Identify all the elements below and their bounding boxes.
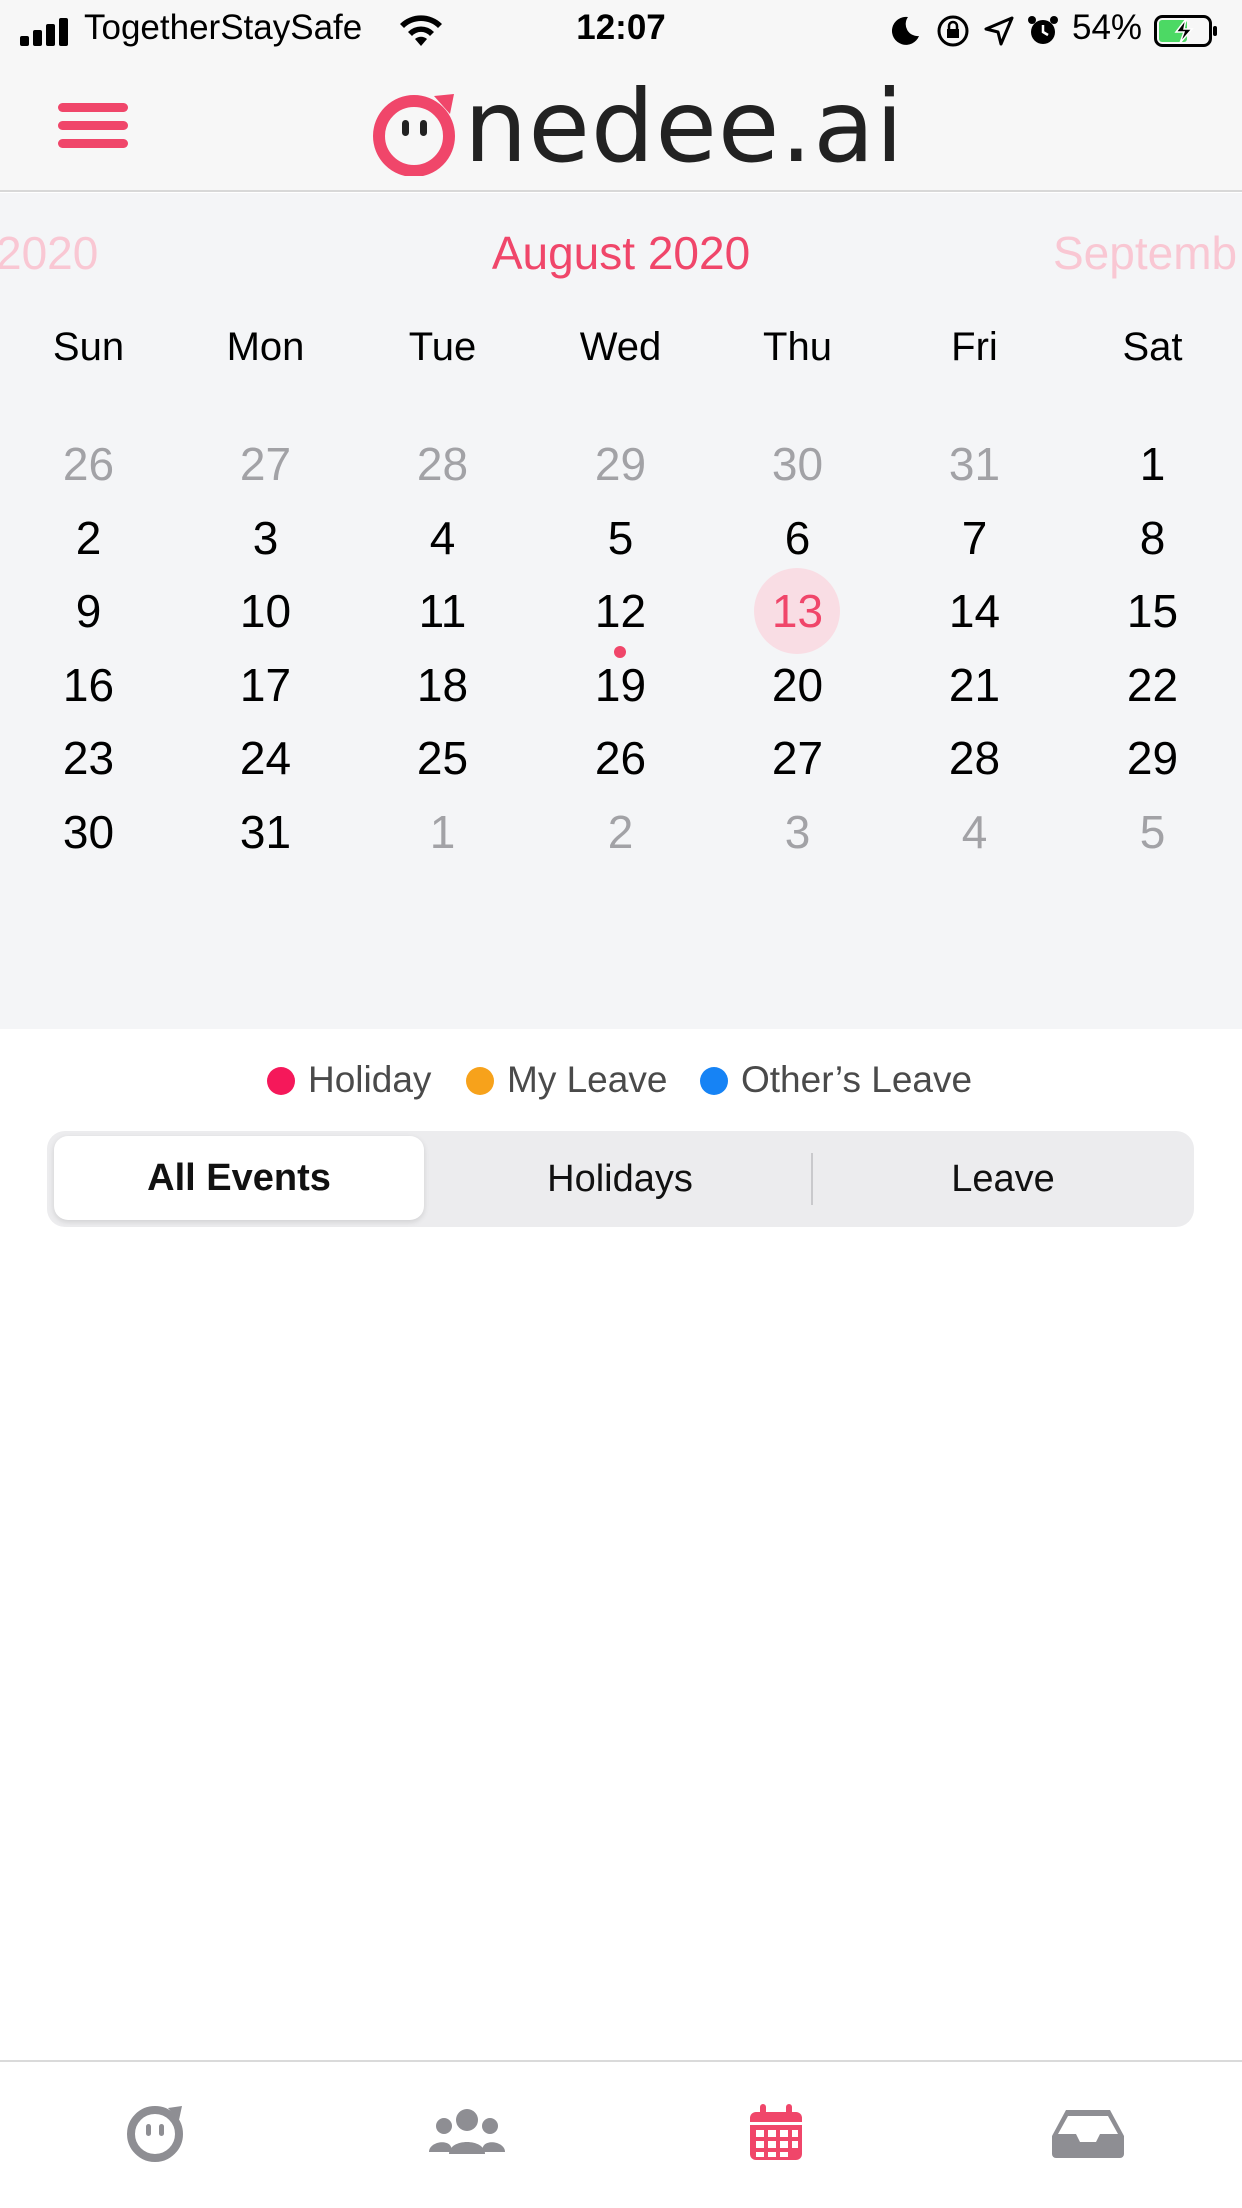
day-number: 2 [75, 511, 102, 564]
day-number: 28 [416, 438, 469, 490]
day-number: 13 [771, 585, 824, 638]
hamburger-menu-icon[interactable] [58, 97, 132, 155]
bottom-tab-bar [0, 2060, 1242, 2208]
day-number: 21 [948, 658, 1001, 711]
my-leave-dot-icon [466, 1067, 494, 1095]
event-filter-segmented-control: All Events Holidays Leave [47, 1131, 1194, 1227]
weekday-label: Tue [408, 325, 477, 369]
day-cell[interactable]: 30 [0, 787, 177, 877]
day-number: 27 [771, 732, 824, 785]
holiday-dot-icon [267, 1067, 295, 1095]
tab-team[interactable] [407, 2082, 527, 2182]
segment-all-events[interactable]: All Events [54, 1136, 424, 1220]
day-number: 8 [1139, 511, 1166, 564]
day-number: 3 [252, 511, 279, 564]
weekday-label: Wed [579, 325, 662, 369]
app-header: nedee.ai [0, 62, 1242, 192]
day-number: 27 [239, 438, 292, 490]
tab-calendar[interactable] [716, 2082, 836, 2182]
day-number: 29 [594, 438, 647, 490]
day-number: 1 [429, 806, 456, 858]
logo-text: nedee.ai [464, 68, 905, 185]
day-number: 12 [594, 585, 647, 638]
next-month-label[interactable]: Septemb [1053, 225, 1237, 281]
day-number: 1 [1139, 438, 1166, 490]
day-number: 7 [961, 511, 988, 564]
others-leave-dot-icon [700, 1067, 728, 1095]
status-bar: TogetherStaySafe 12:07 54% [0, 0, 1242, 62]
day-number: 26 [594, 732, 647, 785]
day-number: 14 [948, 585, 1001, 638]
onedee-face-icon [127, 2106, 183, 2162]
day-cell[interactable]: 1 [354, 787, 531, 877]
weekday-header: Sun Mon Tue Wed Thu Fri Sat [0, 317, 1242, 377]
onedee-logo: nedee.ai [372, 72, 903, 182]
tab-home[interactable] [96, 2082, 216, 2182]
day-number: 26 [62, 438, 115, 490]
day-number: 22 [1126, 658, 1179, 711]
day-number: 24 [239, 732, 292, 785]
battery-charging-icon [1154, 15, 1217, 47]
day-number: 4 [961, 806, 988, 858]
day-number: 5 [1139, 806, 1166, 858]
day-cell[interactable]: 3 [709, 787, 886, 877]
day-number: 30 [771, 438, 824, 490]
legend-label: My Leave [507, 1059, 668, 1100]
event-legend: Holiday My Leave Other’s Leave [0, 1055, 1242, 1105]
legend-label: Holiday [308, 1059, 432, 1100]
day-number: 20 [771, 658, 824, 711]
segment-holidays[interactable]: Holidays [429, 1131, 811, 1227]
day-cell[interactable]: 31 [177, 787, 354, 877]
day-number: 9 [75, 585, 102, 638]
day-number: 31 [239, 806, 292, 858]
day-number: 16 [62, 658, 115, 711]
alarm-icon [1028, 16, 1058, 44]
day-number: 19 [594, 658, 647, 711]
weekday-label: Fri [951, 325, 998, 369]
inbox-tray-icon [1052, 2110, 1124, 2158]
day-number: 10 [239, 585, 292, 638]
day-number: 29 [1126, 732, 1179, 785]
day-number: 4 [429, 511, 456, 564]
day-number: 30 [62, 806, 115, 858]
day-cell[interactable]: 4 [886, 787, 1063, 877]
day-number: 3 [784, 806, 811, 858]
month-calendar[interactable]: 2020 August 2020 Septemb Sun Mon Tue Wed… [0, 193, 1242, 1029]
day-number: 23 [62, 732, 115, 785]
battery-percent: 54% [1072, 8, 1143, 47]
moon-icon [891, 16, 919, 45]
day-number: 6 [784, 511, 811, 564]
day-number: 28 [948, 732, 1001, 785]
day-number: 2 [607, 806, 634, 858]
people-group-icon [429, 2109, 505, 2154]
location-icon [984, 16, 1014, 46]
day-number: 15 [1126, 585, 1179, 638]
rotation-lock-icon [937, 15, 969, 47]
weekday-label: Sun [52, 325, 125, 369]
day-cell[interactable]: 5 [1064, 787, 1241, 877]
weekday-label: Sat [1122, 325, 1183, 369]
logo-face-icon [373, 94, 455, 176]
weekday-label: Mon [226, 325, 305, 369]
day-number: 18 [416, 658, 469, 711]
day-cell[interactable]: 2 [532, 787, 709, 877]
segment-leave[interactable]: Leave [812, 1131, 1194, 1227]
legend-label: Other’s Leave [741, 1059, 973, 1100]
day-number: 5 [607, 511, 634, 564]
day-number: 25 [416, 732, 469, 785]
day-number: 31 [948, 438, 1001, 490]
day-number: 11 [418, 585, 467, 638]
calendar-icon [750, 2104, 802, 2160]
weekday-label: Thu [763, 325, 832, 369]
tab-inbox[interactable] [1028, 2082, 1148, 2182]
day-number: 17 [239, 658, 292, 711]
